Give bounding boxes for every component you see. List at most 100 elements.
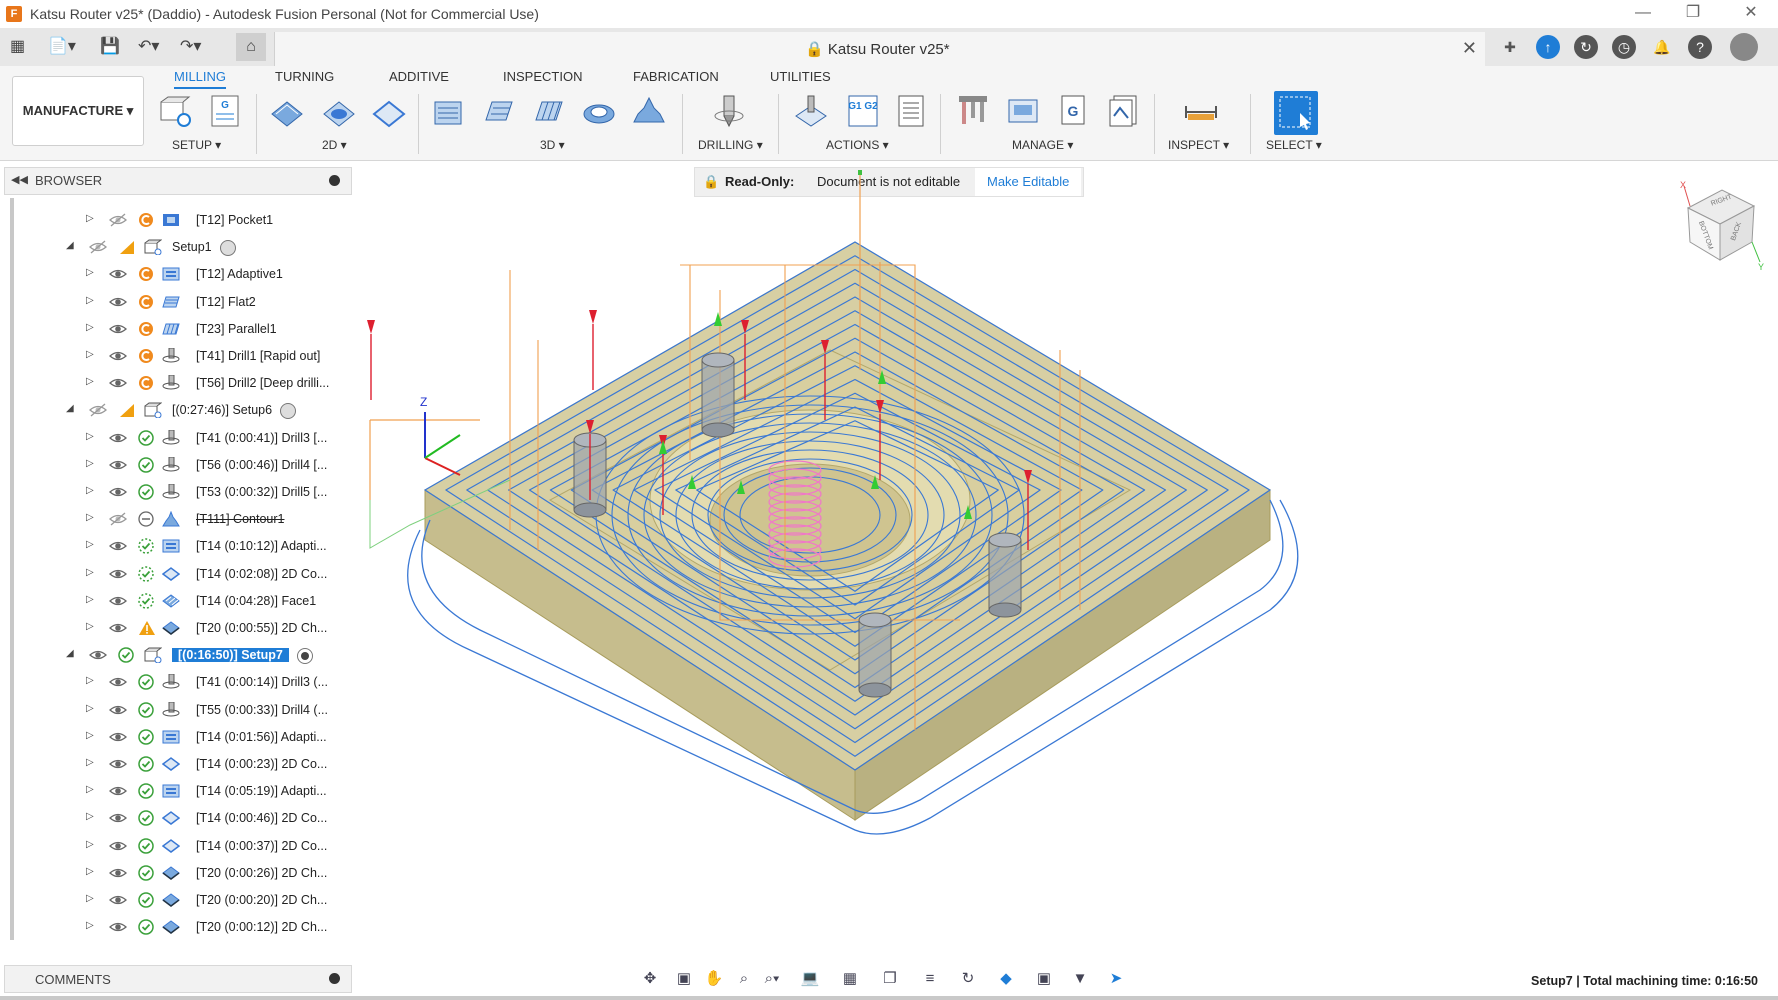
browser-operation-row[interactable]: ▷ [T14 (0:02:08)] 2D Co...: [0, 564, 350, 586]
visibility-eye-icon[interactable]: [108, 702, 128, 720]
browser-operation-row[interactable]: ▷ [T23] Parallel1: [0, 319, 350, 341]
2d-group-label[interactable]: 2D ▾: [322, 138, 347, 152]
expand-arrow-icon[interactable]: ▷: [86, 267, 98, 278]
nc-program-icon[interactable]: G: [208, 94, 242, 128]
browser-operation-row[interactable]: ▷ [T41 (0:00:14)] Drill3 (...: [0, 672, 350, 694]
active-setup-radio[interactable]: [220, 240, 236, 257]
browser-operation-row[interactable]: ▷ [T56] Drill2 [Deep drilli...: [0, 373, 350, 395]
display-settings-icon[interactable]: 💻: [800, 970, 820, 988]
expand-arrow-icon[interactable]: ▷: [86, 349, 98, 360]
browser-operation-row[interactable]: ▷ [T20 (0:00:55)] 2D Ch...: [0, 618, 350, 640]
browser-operation-row[interactable]: ▷ [T12] Flat2: [0, 292, 350, 314]
expand-arrow-icon[interactable]: ▷: [86, 621, 98, 632]
scallop-icon[interactable]: [582, 94, 616, 128]
minimize-button[interactable]: —: [1620, 0, 1666, 28]
simulate-icon[interactable]: [794, 94, 828, 128]
drilling-group-label[interactable]: DRILLING ▾: [698, 138, 763, 152]
actions-group-label[interactable]: ACTIONS ▾: [826, 138, 889, 152]
expand-arrow-icon[interactable]: ▷: [86, 213, 98, 224]
browser-operation-row[interactable]: ▷ [T14 (0:05:19)] Adapti...: [0, 781, 350, 803]
visibility-hidden-icon[interactable]: [88, 239, 108, 257]
visibility-eye-icon[interactable]: [108, 430, 128, 448]
visibility-eye-icon[interactable]: [108, 593, 128, 611]
3d-adaptive-icon[interactable]: [432, 94, 466, 128]
machine-library-icon[interactable]: [1006, 94, 1040, 128]
save-icon[interactable]: 💾: [100, 37, 120, 57]
simulation-display-icon[interactable]: ▣: [1034, 970, 1054, 988]
3d-pocket-icon[interactable]: [482, 94, 516, 128]
data-panel-grid-icon[interactable]: ▦: [10, 37, 25, 57]
browser-setup-row[interactable]: ◢ [(0:16:50)] Setup7: [0, 645, 350, 667]
document-tab[interactable]: 🔒 Katsu Router v25* ✕: [274, 32, 1485, 66]
tool-display-icon[interactable]: ▼: [1070, 970, 1090, 988]
browser-operation-row[interactable]: ▷ [T20 (0:00:20)] 2D Ch...: [0, 890, 350, 912]
manage-group-label[interactable]: MANAGE ▾: [1012, 138, 1073, 152]
orbit-pan-icon[interactable]: ✥: [640, 970, 660, 988]
browser-operation-row[interactable]: ▷ [T56 (0:00:46)] Drill4 [...: [0, 455, 350, 477]
help-icon[interactable]: ?: [1688, 35, 1712, 59]
toolpath-display-icon[interactable]: ➤: [1106, 970, 1126, 988]
collapse-arrow-icon[interactable]: ◢: [66, 240, 78, 251]
browser-operation-row[interactable]: ▷ [T14 (0:10:12)] Adapti...: [0, 536, 350, 558]
visibility-eye-icon[interactable]: [108, 538, 128, 556]
browser-setup-row[interactable]: ◢ [(0:27:46)] Setup6: [0, 400, 350, 422]
visibility-eye-icon[interactable]: [108, 294, 128, 312]
browser-operation-row[interactable]: ▷ [T53 (0:00:32)] Drill5 [...: [0, 482, 350, 504]
inspect-group-label[interactable]: INSPECT ▾: [1168, 138, 1229, 152]
comments-panel[interactable]: COMMENTS: [4, 965, 352, 993]
tab-milling[interactable]: MILLING: [174, 69, 227, 89]
expand-arrow-icon[interactable]: ▷: [86, 730, 98, 741]
add-comment-icon[interactable]: [329, 973, 340, 984]
setup-group-label[interactable]: SETUP ▾: [172, 138, 221, 152]
visibility-eye-icon[interactable]: [108, 375, 128, 393]
grid-icon[interactable]: ▦: [840, 970, 860, 988]
zoom-window-icon[interactable]: ⌕▾: [762, 970, 782, 988]
job-status-icon[interactable]: ↻: [1574, 35, 1598, 59]
browser-operation-row[interactable]: ▷ [T20 (0:00:26)] 2D Ch...: [0, 863, 350, 885]
visibility-eye-icon[interactable]: [108, 348, 128, 366]
browser-operation-row[interactable]: ▷ [T20 (0:00:12)] 2D Ch...: [0, 917, 350, 939]
browser-operation-row[interactable]: ▷ [T14 (0:01:56)] Adapti...: [0, 727, 350, 749]
collapse-panel-icon[interactable]: ◀◀: [11, 173, 28, 186]
face-icon[interactable]: [372, 94, 406, 128]
select-group-label[interactable]: SELECT ▾: [1266, 138, 1322, 152]
template-library-icon[interactable]: [1106, 94, 1140, 128]
viewcube[interactable]: RIGHT BACK BOTTOM X Y: [1676, 180, 1766, 272]
browser-operation-row[interactable]: ▷ [T14 (0:00:37)] 2D Co...: [0, 836, 350, 858]
visibility-hidden-icon[interactable]: [108, 212, 128, 230]
browser-operation-row[interactable]: ▷ [T12] Pocket1: [0, 210, 350, 232]
visibility-hidden-icon[interactable]: [88, 402, 108, 420]
expand-arrow-icon[interactable]: ▷: [86, 485, 98, 496]
close-window-button[interactable]: ✕: [1728, 0, 1774, 28]
visibility-eye-icon[interactable]: [108, 919, 128, 937]
visibility-eye-icon[interactable]: [108, 457, 128, 475]
browser-operation-row[interactable]: ▷ [T41] Drill1 [Rapid out]: [0, 346, 350, 368]
browser-operation-row[interactable]: ▷ [T111] Contour1: [0, 509, 350, 531]
visibility-eye-icon[interactable]: [108, 729, 128, 747]
visibility-eye-icon[interactable]: [108, 783, 128, 801]
browser-operation-row[interactable]: ▷ [T41 (0:00:41)] Drill3 [...: [0, 428, 350, 450]
expand-arrow-icon[interactable]: ▷: [86, 567, 98, 578]
collapse-arrow-icon[interactable]: ◢: [66, 648, 78, 659]
browser-operation-row[interactable]: ▷ [T55 (0:00:33)] Drill4 (...: [0, 700, 350, 722]
expand-arrow-icon[interactable]: ▷: [86, 866, 98, 877]
expand-arrow-icon[interactable]: ▷: [86, 675, 98, 686]
tab-additive[interactable]: ADDITIVE: [389, 69, 449, 84]
select-tool-button[interactable]: [1274, 91, 1318, 135]
setup-sheet-icon[interactable]: [894, 94, 928, 128]
browser-setup-row[interactable]: ◢ Setup1: [0, 237, 350, 259]
measure-icon[interactable]: [1184, 94, 1218, 128]
expand-arrow-icon[interactable]: ▷: [86, 322, 98, 333]
3d-group-label[interactable]: 3D ▾: [540, 138, 565, 152]
browser-operation-row[interactable]: ▷ [T14 (0:00:23)] 2D Co...: [0, 754, 350, 776]
viewports-icon[interactable]: ❐: [880, 970, 900, 988]
notifications-bell-icon[interactable]: 🔔: [1650, 35, 1674, 59]
visibility-eye-icon[interactable]: [108, 892, 128, 910]
tool-library-icon[interactable]: [956, 94, 990, 128]
tab-utilities[interactable]: UTILITIES: [770, 69, 831, 84]
expand-arrow-icon[interactable]: ▷: [86, 839, 98, 850]
visibility-eye-icon[interactable]: [108, 620, 128, 638]
contour-icon[interactable]: [632, 94, 666, 128]
undo-icon[interactable]: ↶▾: [138, 37, 159, 57]
2d-adaptive-icon[interactable]: [270, 94, 304, 128]
